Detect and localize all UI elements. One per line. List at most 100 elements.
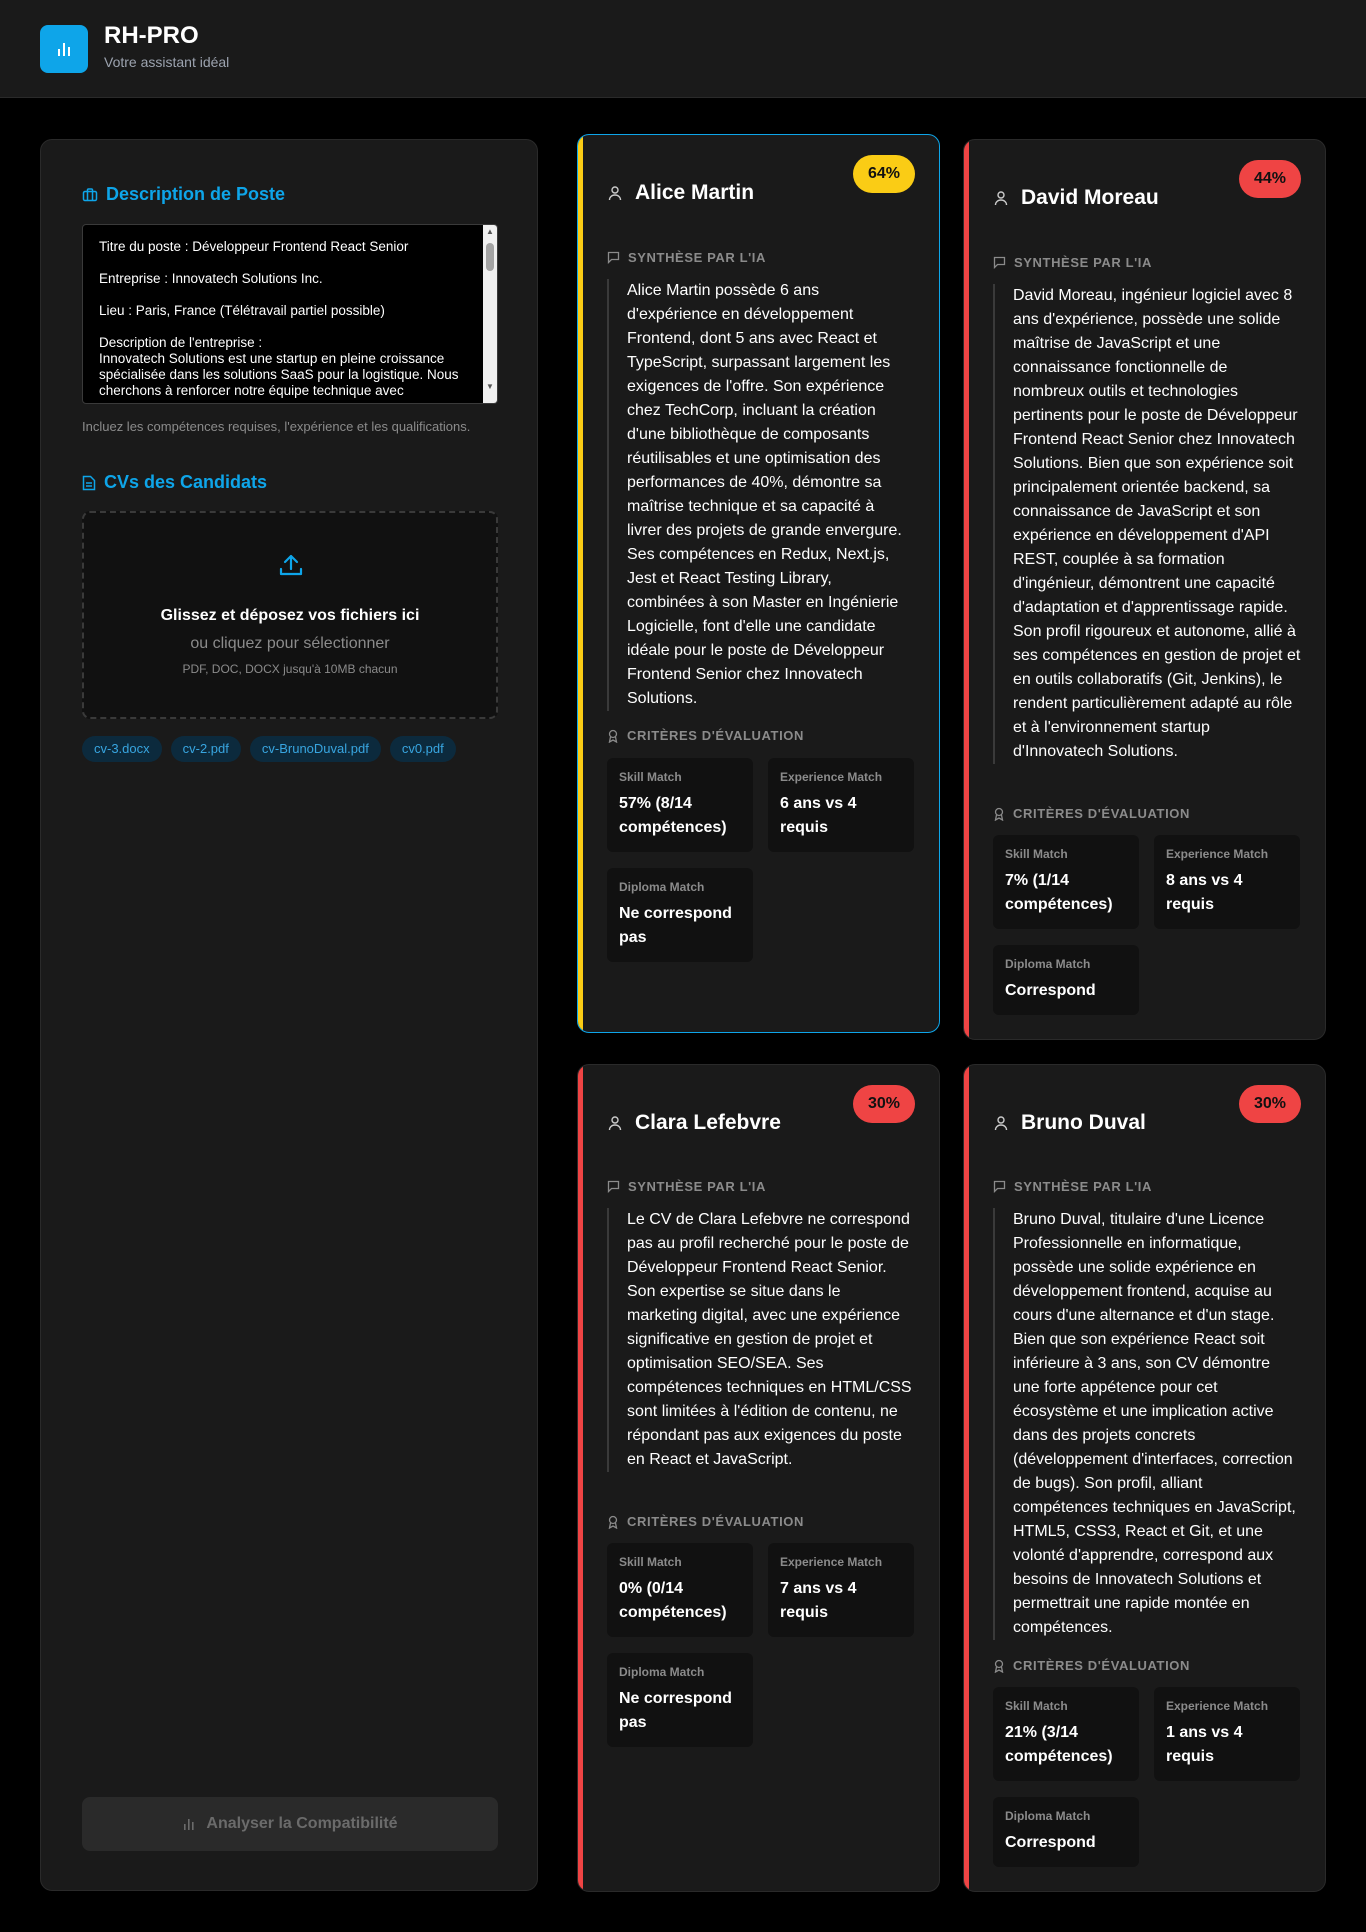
analyze-button[interactable]: Analyser la Compatibilité (82, 1797, 498, 1851)
award-icon (994, 807, 1004, 821)
job-description-title: Description de Poste (106, 184, 286, 204)
criteria-label: CRITÈRES D'ÉVALUATION (627, 728, 804, 743)
criteria-label-row: CRITÈRES D'ÉVALUATION (993, 806, 1190, 821)
user-icon (994, 191, 1008, 206)
experience-match-box: Experience Match 7 ans vs 4 requis (768, 1543, 914, 1637)
diploma-match-value: Ne correspond pas (619, 905, 732, 946)
experience-match-label: Experience Match (1166, 847, 1269, 861)
cv-section-title: CVs des Candidats (104, 472, 268, 492)
job-description-textarea[interactable]: Titre du poste : Développeur Frontend Re… (82, 224, 498, 404)
summary-label-row: SYNTHÈSE PAR L'IA (607, 1179, 766, 1194)
uploaded-files: cv-3.docx cv-2.pdf cv-BrunoDuval.pdf cv0… (82, 736, 456, 762)
criteria-label-row: CRITÈRES D'ÉVALUATION (993, 1658, 1190, 1673)
skill-match-box: Skill Match 7% (1/14 compétences) (993, 835, 1139, 929)
candidate-card-alice-martin[interactable]: 64% Alice Martin SYNTHÈSE PAR L'IA Alice… (577, 134, 940, 1033)
briefcase-icon (82, 187, 98, 201)
score-stripe (578, 135, 583, 1032)
summary-label: SYNTHÈSE PAR L'IA (1014, 1179, 1153, 1194)
message-icon (993, 256, 1006, 269)
cv-section-heading: CVs des Candidats (82, 472, 267, 493)
upload-icon (279, 554, 303, 576)
experience-match-box: Experience Match 1 ans vs 4 requis (1154, 1687, 1300, 1781)
scroll-down-icon[interactable]: ▼ (483, 382, 497, 391)
diploma-match-value: Ne correspond pas (619, 1690, 732, 1731)
skill-match-value: 0% (0/14 compétences) (619, 1580, 727, 1621)
candidate-card-bruno-duval[interactable]: 30% Bruno Duval SYNTHÈSE PAR L'IA Bruno … (963, 1064, 1326, 1892)
award-icon (608, 1515, 618, 1529)
document-icon (82, 475, 96, 490)
app-header: RH-PRO Votre assistant idéal (0, 0, 1366, 98)
score-badge: 30% (1238, 1085, 1301, 1123)
score-stripe (964, 140, 969, 1039)
ai-summary: Le CV de Clara Lefebvre ne correspond pa… (607, 1208, 913, 1472)
scroll-up-icon[interactable]: ▲ (483, 227, 497, 236)
bar-chart-icon (184, 1819, 195, 1830)
candidate-card-clara-lefebvre[interactable]: 30% Clara Lefebvre SYNTHÈSE PAR L'IA Le … (577, 1064, 940, 1892)
diploma-match-value: Correspond (1005, 1834, 1096, 1851)
file-chip[interactable]: cv-3.docx (82, 736, 162, 762)
drop-zone-subtitle: ou cliquez pour sélectionner (190, 635, 390, 652)
input-panel: Description de Poste Titre du poste : Dé… (40, 139, 538, 1891)
file-chip[interactable]: cv-BrunoDuval.pdf (249, 736, 381, 762)
skill-match-value: 7% (1/14 compétences) (1005, 872, 1113, 913)
score-stripe (578, 1065, 583, 1891)
candidate-name: Clara Lefebvre (635, 1111, 781, 1134)
experience-match-value: 8 ans vs 4 requis (1166, 872, 1243, 913)
experience-match-value: 7 ans vs 4 requis (780, 1580, 857, 1621)
award-icon (994, 1659, 1004, 1673)
scrollbar-thumb[interactable] (486, 243, 494, 271)
experience-match-box: Experience Match 6 ans vs 4 requis (768, 758, 914, 852)
skill-match-label: Skill Match (619, 770, 682, 784)
criteria-label-row: CRITÈRES D'ÉVALUATION (607, 728, 804, 743)
summary-label: SYNTHÈSE PAR L'IA (1014, 255, 1153, 270)
candidate-card-david-moreau[interactable]: 44% David Moreau SYNTHÈSE PAR L'IA David… (963, 139, 1326, 1040)
summary-label-row: SYNTHÈSE PAR L'IA (993, 255, 1152, 270)
app-subtitle: Votre assistant idéal (104, 54, 230, 70)
ai-summary: Alice Martin possède 6 ans d'expérience … (607, 279, 913, 711)
job-description-scrollbar[interactable]: ▲ ▼ (483, 225, 497, 403)
score-badge: 64% (852, 155, 915, 193)
bar-chart-icon (58, 43, 70, 56)
job-description-heading: Description de Poste (82, 184, 285, 205)
user-icon (608, 186, 622, 201)
criteria-label: CRITÈRES D'ÉVALUATION (627, 1514, 804, 1529)
experience-match-box: Experience Match 8 ans vs 4 requis (1154, 835, 1300, 929)
drop-zone-formats: PDF, DOC, DOCX jusqu'à 10MB chacun (182, 662, 398, 676)
summary-label: SYNTHÈSE PAR L'IA (628, 250, 767, 265)
summary-label-row: SYNTHÈSE PAR L'IA (993, 1179, 1152, 1194)
drop-zone-title: Glissez et déposez vos fichiers ici (160, 607, 420, 624)
skill-match-label: Skill Match (1005, 1699, 1068, 1713)
experience-match-label: Experience Match (780, 770, 883, 784)
file-chip[interactable]: cv-2.pdf (170, 736, 241, 762)
user-icon (994, 1116, 1008, 1131)
diploma-match-value: Correspond (1005, 982, 1096, 999)
diploma-match-box: Diploma Match Correspond (993, 1797, 1139, 1867)
app-title: RH-PRO (104, 22, 199, 49)
message-icon (607, 1180, 620, 1193)
award-icon (608, 729, 618, 743)
file-chip[interactable]: cv0.pdf (389, 736, 456, 762)
skill-match-label: Skill Match (1005, 847, 1068, 861)
message-icon (993, 1180, 1006, 1193)
candidate-name: David Moreau (1021, 186, 1159, 209)
experience-match-label: Experience Match (1166, 1699, 1269, 1713)
candidate-name: Alice Martin (635, 181, 755, 204)
criteria-label-row: CRITÈRES D'ÉVALUATION (607, 1514, 804, 1529)
message-icon (607, 251, 620, 264)
candidate-name: Bruno Duval (1021, 1111, 1146, 1134)
skill-match-box: Skill Match 57% (8/14 compétences) (607, 758, 753, 852)
app-logo (40, 25, 88, 73)
diploma-match-box: Diploma Match Correspond (993, 945, 1139, 1015)
skill-match-value: 57% (8/14 compétences) (619, 795, 727, 836)
skill-match-box: Skill Match 0% (0/14 compétences) (607, 1543, 753, 1637)
job-description-text[interactable]: Titre du poste : Développeur Frontend Re… (83, 225, 481, 403)
diploma-match-box: Diploma Match Ne correspond pas (607, 868, 753, 962)
diploma-match-label: Diploma Match (619, 880, 705, 894)
skill-match-label: Skill Match (619, 1555, 682, 1569)
experience-match-value: 1 ans vs 4 requis (1166, 1724, 1243, 1765)
score-badge: 44% (1238, 160, 1301, 198)
experience-match-label: Experience Match (780, 1555, 883, 1569)
criteria-label: CRITÈRES D'ÉVALUATION (1013, 806, 1190, 821)
cv-drop-zone[interactable]: Glissez et déposez vos fichiers ici ou c… (82, 511, 498, 719)
criteria-label: CRITÈRES D'ÉVALUATION (1013, 1658, 1190, 1673)
